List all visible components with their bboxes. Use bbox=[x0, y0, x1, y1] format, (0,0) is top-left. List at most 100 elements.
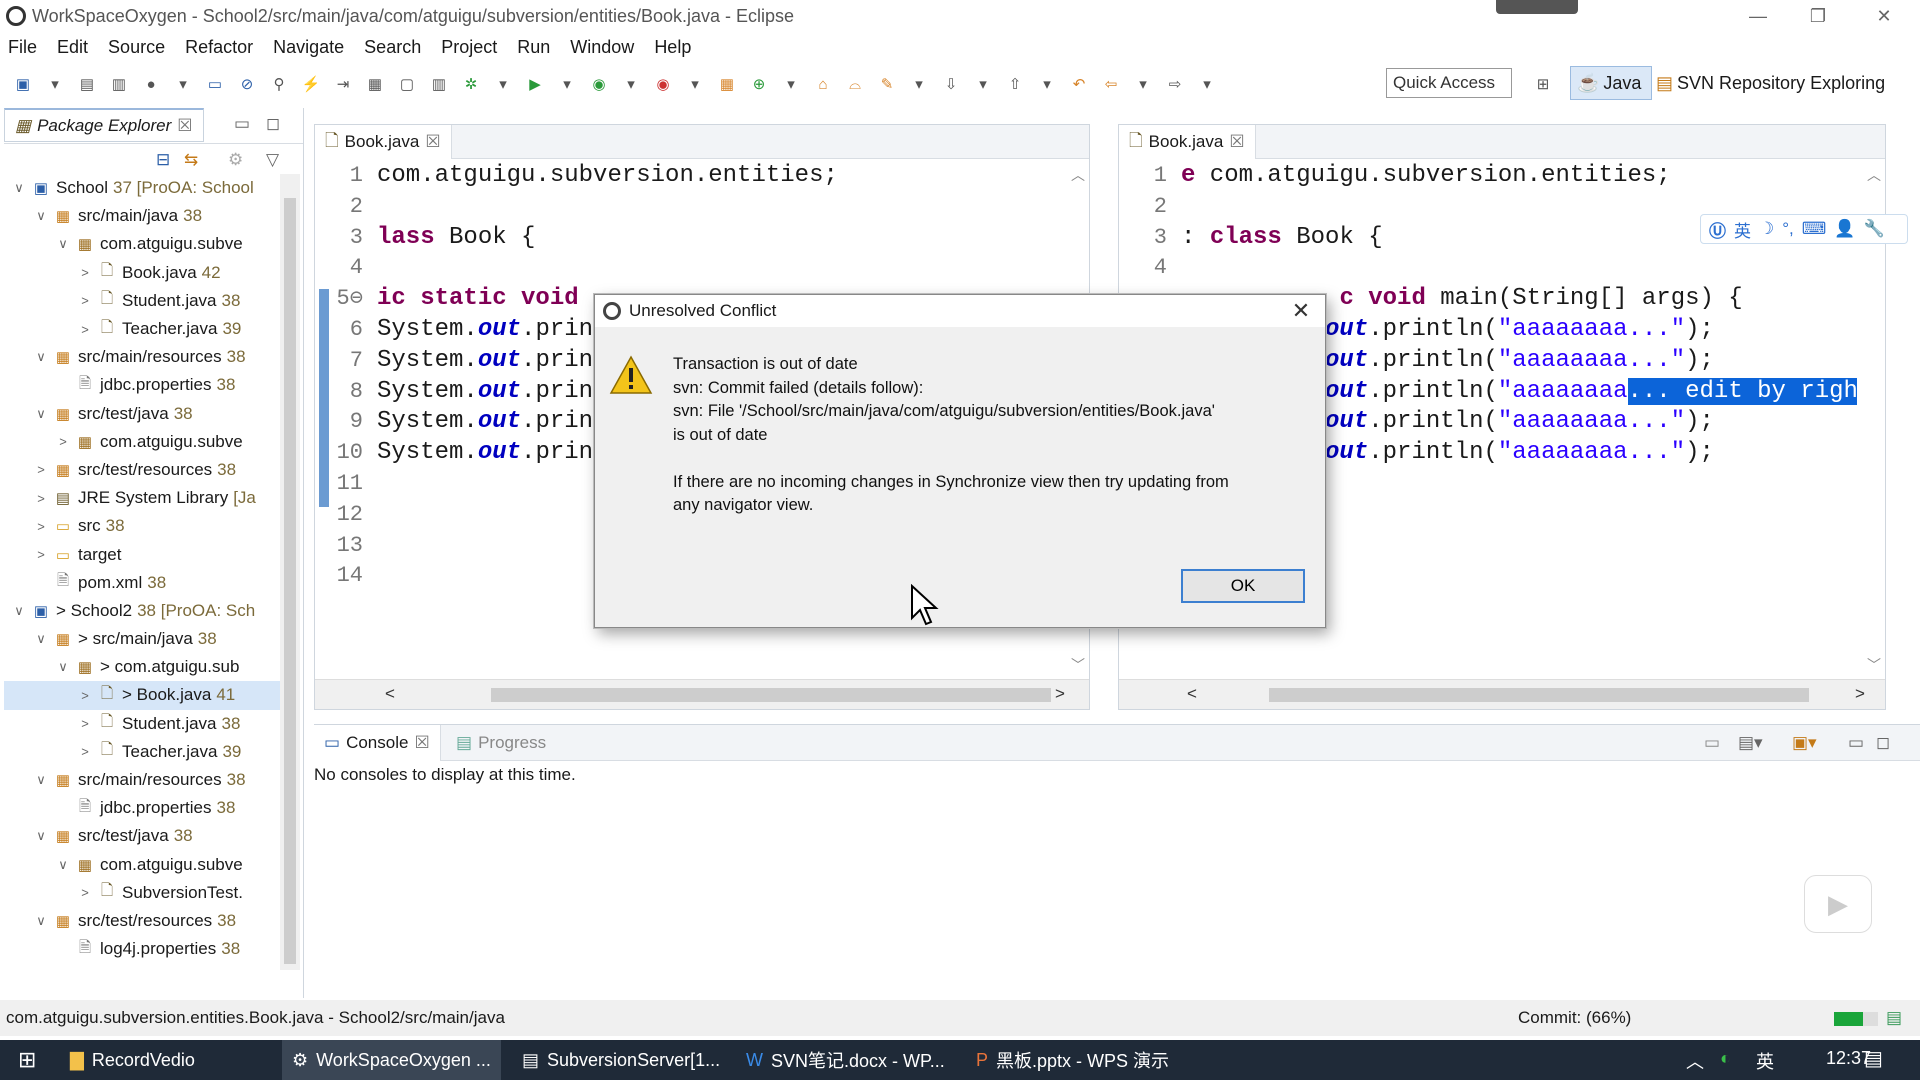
task-blackboard-pptx[interactable]: P 黑板.pptx - WPS 演示 bbox=[966, 1040, 1179, 1080]
minimize-view-icon[interactable]: ▭ bbox=[1848, 733, 1864, 753]
quick-access-field[interactable]: Quick Access bbox=[1386, 68, 1512, 98]
wrench-icon[interactable]: 🔧 bbox=[1864, 219, 1885, 239]
menu-window[interactable]: Window bbox=[570, 37, 634, 58]
tree-item[interactable]: > 🗋 SubversionTest. bbox=[4, 879, 280, 907]
perspective-svn-button[interactable]: ▤ SVN Repository Exploring bbox=[1656, 66, 1885, 100]
focus-icon[interactable]: ⚙ bbox=[228, 150, 243, 170]
tree-toggle-icon[interactable]: > bbox=[74, 293, 96, 308]
last-edit-icon[interactable]: ↶ bbox=[1066, 71, 1092, 97]
scroll-up-icon[interactable]: ︿ bbox=[1071, 165, 1085, 185]
menu-project[interactable]: Project bbox=[441, 37, 497, 58]
punctuation-icon[interactable]: °, bbox=[1782, 219, 1794, 239]
dropdown-icon[interactable]: ▾ bbox=[170, 71, 196, 97]
tree-item[interactable]: ∨ ▦ src/main/resources 38 bbox=[4, 343, 280, 371]
suspend-icon[interactable]: ⇥ bbox=[330, 71, 356, 97]
tree-toggle-icon[interactable]: > bbox=[74, 744, 96, 759]
tree-item[interactable]: ∨ ▦ src/test/java 38 bbox=[4, 822, 280, 850]
minimize-view-icon[interactable]: ▭ bbox=[234, 114, 250, 134]
menu-file[interactable]: File bbox=[8, 37, 37, 58]
open-console-icon[interactable]: ▣▾ bbox=[1792, 733, 1817, 753]
tree-toggle-icon[interactable]: ∨ bbox=[8, 180, 30, 196]
tree-toggle-icon[interactable]: ∨ bbox=[30, 913, 52, 929]
dropdown-icon[interactable]: ▾ bbox=[682, 71, 708, 97]
scroll-right-icon[interactable]: > bbox=[1055, 684, 1065, 704]
task-svn-notes[interactable]: W SVN笔记.docx - WP... bbox=[736, 1040, 955, 1080]
dropdown-icon[interactable]: ▾ bbox=[970, 71, 996, 97]
scroll-right-icon[interactable]: > bbox=[1855, 684, 1865, 704]
dropdown-icon[interactable]: ▾ bbox=[554, 71, 580, 97]
tree-item[interactable]: ∨ ▦ com.atguigu.subve bbox=[4, 851, 280, 879]
tree-item[interactable]: 🗎 log4j.properties 38 bbox=[4, 935, 280, 963]
search-icon[interactable]: ✎ bbox=[874, 71, 900, 97]
notification-icon[interactable]: ▤ bbox=[1864, 1046, 1883, 1071]
editor-right-hscroll-thumb[interactable] bbox=[1269, 688, 1809, 702]
dropdown-icon[interactable]: ▾ bbox=[778, 71, 804, 97]
tree-item[interactable]: 🗎 jdbc.properties 38 bbox=[4, 794, 280, 822]
video-play-icon[interactable]: ▶ bbox=[1804, 875, 1872, 933]
tree-toggle-icon[interactable]: ∨ bbox=[52, 659, 74, 675]
scroll-up-icon[interactable]: ︿ bbox=[1867, 165, 1881, 185]
tree-item[interactable]: > 🗋 Teacher.java 39 bbox=[4, 315, 280, 343]
terminal-icon[interactable]: ▭ bbox=[202, 71, 228, 97]
coverage-icon[interactable]: ◉ bbox=[586, 71, 612, 97]
menu-refactor[interactable]: Refactor bbox=[185, 37, 253, 58]
debug-icon[interactable]: ✲ bbox=[458, 71, 484, 97]
tree-item[interactable]: > 🗋 Book.java 42 bbox=[4, 259, 280, 287]
tree-toggle-icon[interactable]: > bbox=[74, 688, 96, 703]
step-icon[interactable]: ▦ bbox=[362, 71, 388, 97]
moon-icon[interactable]: ☽ bbox=[1759, 219, 1774, 239]
explorer-scroll-thumb[interactable] bbox=[284, 198, 296, 964]
perspective-java-button[interactable]: ☕ Java bbox=[1570, 66, 1652, 100]
menu-run[interactable]: Run bbox=[517, 37, 550, 58]
tree-item[interactable]: ∨ ▦ > com.atguigu.sub bbox=[4, 653, 280, 681]
scroll-down-icon[interactable]: ﹀ bbox=[1867, 655, 1881, 675]
tab-progress[interactable]: ▤ Progress bbox=[446, 725, 556, 761]
tree-toggle-icon[interactable]: ∨ bbox=[30, 349, 52, 365]
dropdown-icon[interactable]: ▾ bbox=[1194, 71, 1220, 97]
task-subversion-server[interactable]: ▤ SubversionServer[1... bbox=[512, 1040, 730, 1080]
toggle-icon[interactable]: ⚲ bbox=[266, 71, 292, 97]
ime-lang-toggle[interactable]: 英 bbox=[1734, 217, 1751, 242]
scroll-down-icon[interactable]: ﹀ bbox=[1071, 655, 1085, 675]
dropdown-icon[interactable]: ▾ bbox=[490, 71, 516, 97]
dropdown-icon[interactable]: ▾ bbox=[1130, 71, 1156, 97]
tree-toggle-icon[interactable]: > bbox=[30, 519, 52, 534]
tree-toggle-icon[interactable]: > bbox=[74, 716, 96, 731]
collapse-all-icon[interactable]: ⊟ bbox=[156, 150, 170, 170]
dropdown-icon[interactable]: ▾ bbox=[618, 71, 644, 97]
tree-item[interactable]: ∨ ▣ > School2 38 [ProOA: Sch bbox=[4, 597, 280, 625]
forward-icon[interactable]: ⇨ bbox=[1162, 71, 1188, 97]
svn-icon[interactable]: ● bbox=[138, 71, 164, 97]
editor-left-hscroll-thumb[interactable] bbox=[491, 688, 1051, 702]
close-icon[interactable]: ☒ bbox=[414, 733, 429, 753]
maximize-view-icon[interactable]: ◻ bbox=[1876, 733, 1890, 753]
close-icon[interactable]: ☒ bbox=[177, 116, 192, 136]
external-tools-icon[interactable]: ◉ bbox=[650, 71, 676, 97]
menu-help[interactable]: Help bbox=[654, 37, 691, 58]
link-with-editor-icon[interactable]: ⇆ bbox=[184, 150, 198, 170]
dropdown-icon[interactable]: ▾ bbox=[42, 71, 68, 97]
next-annotation-icon[interactable]: ⇩ bbox=[938, 71, 964, 97]
tree-item[interactable]: ∨ ▦ > src/main/java 38 bbox=[4, 625, 280, 653]
user-icon[interactable]: 👤 bbox=[1834, 219, 1855, 239]
tree-item[interactable]: > ▦ src/test/resources 38 bbox=[4, 456, 280, 484]
tree-item[interactable]: ∨ ▦ src/test/resources 38 bbox=[4, 907, 280, 935]
progress-view-icon[interactable]: ▤ bbox=[1886, 1008, 1902, 1028]
new-package-icon[interactable]: ▦ bbox=[714, 71, 740, 97]
tab-book-java-left[interactable]: 🗋 Book.java ☒ bbox=[315, 125, 452, 159]
tree-item[interactable]: > 🗋 Teacher.java 39 bbox=[4, 738, 280, 766]
dialog-close-button[interactable]: ✕ bbox=[1287, 297, 1315, 325]
prev-annotation-icon[interactable]: ⇧ bbox=[1002, 71, 1028, 97]
terminate-icon[interactable]: ▢ bbox=[394, 71, 420, 97]
disconnect-icon[interactable]: ▥ bbox=[426, 71, 452, 97]
tree-item[interactable]: 🗎 jdbc.properties 38 bbox=[4, 371, 280, 399]
tree-item[interactable]: > ▤ JRE System Library [Ja bbox=[4, 484, 280, 512]
start-button[interactable]: ⊞ bbox=[8, 1040, 46, 1080]
close-icon[interactable]: ☒ bbox=[425, 132, 440, 152]
menu-navigate[interactable]: Navigate bbox=[273, 37, 344, 58]
new-icon[interactable]: ▣ bbox=[10, 71, 36, 97]
tree-toggle-icon[interactable]: ∨ bbox=[52, 236, 74, 252]
tree-toggle-icon[interactable]: > bbox=[74, 265, 96, 280]
dropdown-icon[interactable]: ▾ bbox=[906, 71, 932, 97]
tree-item[interactable]: ∨ ▦ com.atguigu.subve bbox=[4, 230, 280, 258]
